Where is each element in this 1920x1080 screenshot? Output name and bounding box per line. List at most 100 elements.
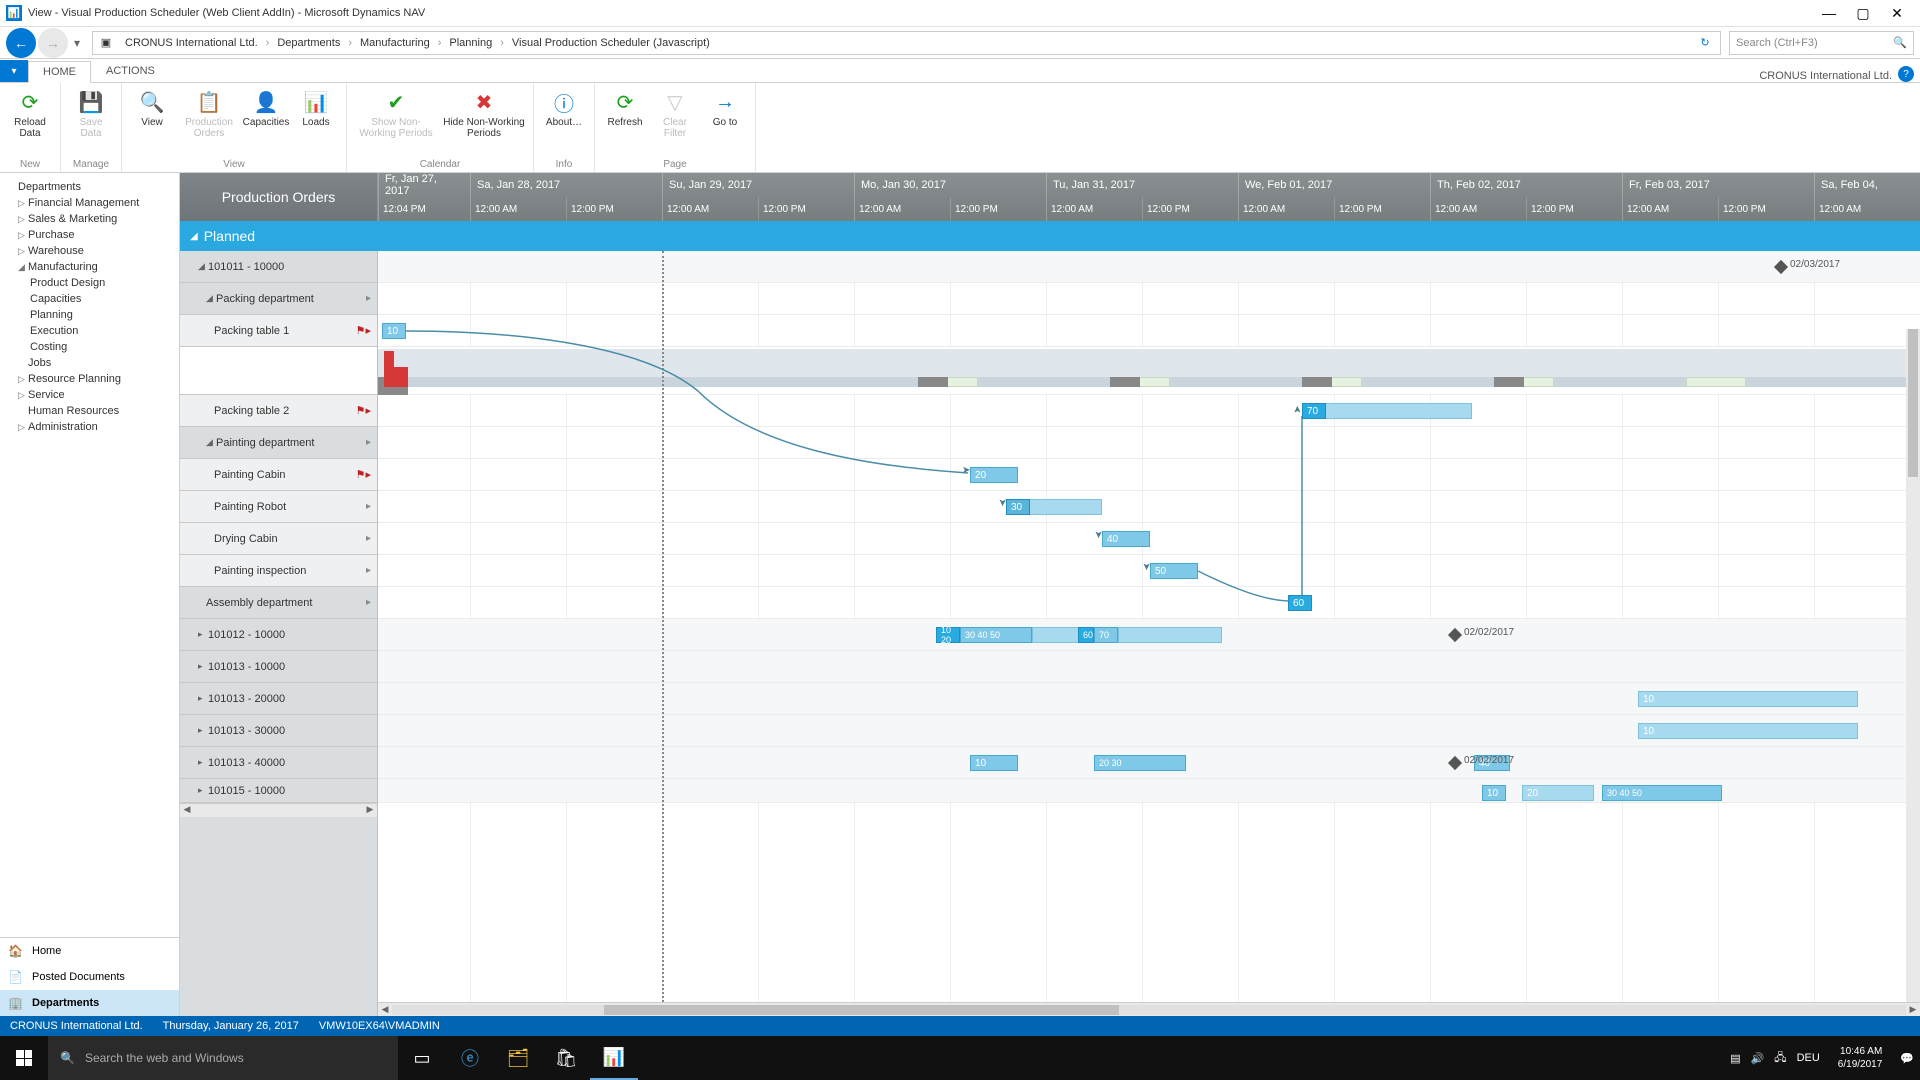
task-20[interactable]: 20 — [970, 467, 1018, 483]
nav-costing[interactable]: Costing — [0, 339, 179, 355]
breadcrumb-refresh-icon[interactable]: ↻ — [1694, 36, 1716, 49]
task-60[interactable]: 60 — [1288, 595, 1312, 611]
clear-filter-button[interactable]: ▽Clear Filter — [653, 87, 697, 157]
mini-task[interactable]: 60 — [1078, 627, 1094, 643]
nav-financial[interactable]: ▷Financial Management — [0, 195, 179, 211]
dept-assembly[interactable]: Assembly department▸ — [180, 587, 377, 619]
mini-task[interactable]: 70 — [1094, 627, 1118, 643]
nav-hr[interactable]: Human Resources — [0, 403, 179, 419]
mini-task[interactable] — [1118, 627, 1222, 643]
start-button[interactable] — [0, 1036, 48, 1080]
refresh-button[interactable]: ⟳Refresh — [603, 87, 647, 157]
capacities-button[interactable]: 👤Capacities — [244, 87, 288, 157]
res-packing-table-1[interactable]: Packing table 1⚑▸ — [180, 315, 377, 347]
section-planned[interactable]: ◢ Planned — [180, 221, 1920, 251]
tab-home[interactable]: HOME — [28, 61, 91, 83]
reload-data-button[interactable]: ⟳Reload Data — [8, 87, 52, 157]
nav-resource-planning[interactable]: ▷Resource Planning — [0, 371, 179, 387]
order-row-101015[interactable]: ▸101015 - 10000 — [180, 779, 377, 803]
nav-service[interactable]: ▷Service — [0, 387, 179, 403]
nav-history-dropdown[interactable]: ▾ — [70, 33, 84, 53]
nav-warehouse[interactable]: ▷Warehouse — [0, 243, 179, 259]
file-explorer-icon[interactable]: 🗂 — [494, 1036, 542, 1080]
nav-purchase[interactable]: ▷Purchase — [0, 227, 179, 243]
breadcrumb[interactable]: ▣ CRONUS International Ltd. › Department… — [92, 31, 1721, 55]
footer-home[interactable]: 🏠Home — [0, 938, 179, 964]
chevron-right-icon[interactable]: ▸ — [366, 293, 371, 304]
order-row-101011[interactable]: ◢101011 - 10000 — [180, 251, 377, 283]
crumb-0[interactable]: CRONUS International Ltd. — [121, 37, 262, 49]
volume-icon[interactable]: 🔊 — [1751, 1052, 1765, 1065]
hide-nonworking-button[interactable]: ✖Hide Non-Working Periods — [443, 87, 525, 157]
order-row-101013-1[interactable]: ▸101013 - 10000 — [180, 651, 377, 683]
task-50[interactable]: 50 — [1150, 563, 1198, 579]
hscroll-right[interactable]: ◀ ▶ — [378, 1002, 1920, 1016]
crumb-1[interactable]: Departments — [273, 37, 344, 49]
mini-task[interactable]: 10 — [1638, 723, 1858, 739]
help-button[interactable]: ? — [1898, 66, 1914, 82]
mini-task[interactable]: 30 40 50 — [960, 627, 1032, 643]
chevron-right-icon[interactable]: ▸ — [366, 533, 371, 544]
file-tab[interactable]: ▾ — [0, 60, 28, 82]
footer-departments[interactable]: 🏢Departments — [0, 990, 179, 1016]
crumb-2[interactable]: Manufacturing — [356, 37, 434, 49]
mini-task[interactable]: 10 20 — [936, 627, 960, 643]
production-orders-button[interactable]: 📋Production Orders — [180, 87, 238, 157]
chevron-right-icon[interactable]: ▸ — [366, 565, 371, 576]
store-icon[interactable]: 🛍 — [542, 1036, 590, 1080]
nav-capacities[interactable]: Capacities — [0, 291, 179, 307]
res-drying-cabin[interactable]: Drying Cabin▸ — [180, 523, 377, 555]
chevron-right-icon[interactable]: ▸ — [366, 501, 371, 512]
vscroll[interactable] — [1906, 329, 1920, 1002]
clock[interactable]: 10:46 AM 6/19/2017 — [1830, 1045, 1891, 1071]
nav-app-icon[interactable]: 📊 — [590, 1036, 638, 1080]
task-70[interactable]: 70 — [1302, 403, 1326, 419]
crumb-3[interactable]: Planning — [445, 37, 496, 49]
order-row-101013-2[interactable]: ▸101013 - 20000 — [180, 683, 377, 715]
goto-button[interactable]: →Go to — [703, 87, 747, 157]
about-button[interactable]: ⓘAbout… — [542, 87, 586, 157]
crumb-4[interactable]: Visual Production Scheduler (Javascript) — [508, 37, 714, 49]
tab-actions[interactable]: ACTIONS — [91, 60, 170, 82]
mini-task[interactable]: 20 30 — [1094, 755, 1186, 771]
view-button[interactable]: 🔍View — [130, 87, 174, 157]
order-row-101012[interactable]: ▸101012 - 10000 — [180, 619, 377, 651]
nav-forward-button[interactable]: → — [38, 28, 68, 58]
task-10[interactable]: 10 — [382, 323, 406, 339]
action-center-icon[interactable]: 💬 — [1900, 1052, 1914, 1065]
search-input[interactable]: Search (Ctrl+F3) 🔍 — [1729, 31, 1914, 55]
chevron-right-icon[interactable]: ▸ — [366, 597, 371, 608]
nav-admin[interactable]: ▷Administration — [0, 419, 179, 435]
nav-back-button[interactable]: ← — [6, 28, 36, 58]
tray-icon[interactable]: ▤ — [1730, 1052, 1740, 1065]
edge-icon[interactable]: ⓔ — [446, 1036, 494, 1080]
footer-posted[interactable]: 📄Posted Documents — [0, 964, 179, 990]
close-button[interactable]: ✕ — [1880, 3, 1914, 23]
mini-task[interactable]: 20 — [1522, 785, 1594, 801]
loads-button[interactable]: 📊Loads — [294, 87, 338, 157]
show-nonworking-button[interactable]: ✔Show Non-Working Periods — [355, 87, 437, 157]
chevron-right-icon[interactable]: ▸ — [366, 437, 371, 448]
mini-task[interactable] — [1032, 627, 1080, 643]
order-row-101013-4[interactable]: ▸101013 - 40000 — [180, 747, 377, 779]
system-tray[interactable]: ▤ 🔊 🖧 DEU 10:46 AM 6/19/2017 💬 — [1724, 1045, 1920, 1071]
order-row-101013-3[interactable]: ▸101013 - 30000 — [180, 715, 377, 747]
mini-task[interactable]: 10 — [1638, 691, 1858, 707]
hscroll-left[interactable]: ◀▶ — [180, 803, 377, 817]
res-painting-cabin[interactable]: Painting Cabin⚑▸ — [180, 459, 377, 491]
gantt-chart[interactable]: 02/03/2017 10 70 20 30 40 50 60 ➤ ➤ ➤ ➤ … — [378, 251, 1920, 1016]
maximize-button[interactable]: ▢ — [1846, 3, 1880, 23]
nav-sales[interactable]: ▷Sales & Marketing — [0, 211, 179, 227]
mini-task[interactable]: 30 40 50 — [1602, 785, 1722, 801]
save-data-button[interactable]: 💾Save Data — [69, 87, 113, 157]
task-view-button[interactable]: ▭ — [398, 1036, 446, 1080]
mini-task[interactable]: 10 — [1482, 785, 1506, 801]
res-painting-robot[interactable]: Painting Robot▸ — [180, 491, 377, 523]
nav-execution[interactable]: Execution — [0, 323, 179, 339]
res-painting-inspection[interactable]: Painting inspection▸ — [180, 555, 377, 587]
task-70-light[interactable] — [1302, 403, 1472, 419]
task-30[interactable]: 30 — [1006, 499, 1030, 515]
language-indicator[interactable]: DEU — [1797, 1052, 1820, 1064]
network-icon[interactable]: 🖧 — [1774, 1049, 1786, 1068]
nav-jobs[interactable]: Jobs — [0, 355, 179, 371]
